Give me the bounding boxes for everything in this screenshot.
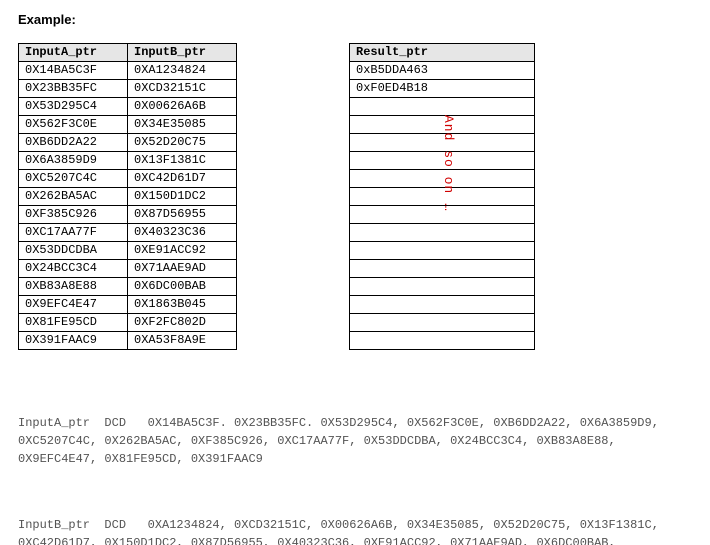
input-cell: 0X24BCC3C4 <box>19 260 128 278</box>
input-cell: 0XB83A8E88 <box>19 278 128 296</box>
result-wrap: Result_ptr 0xB5DDA4630xF0ED4B18 And so o… <box>349 43 535 350</box>
table-row <box>350 314 535 332</box>
input-cell: 0X6A3859D9 <box>19 152 128 170</box>
table-row: 0X9EFC4E470X1863B045 <box>19 296 237 314</box>
result-cell <box>350 242 535 260</box>
table-row: 0X81FE95CD0XF2FC802D <box>19 314 237 332</box>
result-cell: 0xB5DDA463 <box>350 62 535 80</box>
result-cell <box>350 98 535 116</box>
input-cell: 0X53D295C4 <box>19 98 128 116</box>
result-cell <box>350 170 535 188</box>
input-cell: 0X150D1DC2 <box>128 188 237 206</box>
table-row: 0X562F3C0E0X34E35085 <box>19 116 237 134</box>
input-cell: 0X562F3C0E <box>19 116 128 134</box>
input-cell: 0XB6DD2A22 <box>19 134 128 152</box>
tables-row: InputA_ptr InputB_ptr 0X14BA5C3F0XA12348… <box>18 43 692 350</box>
input-cell: 0X23BB35FC <box>19 80 128 98</box>
input-cell: 0X13F1381C <box>128 152 237 170</box>
table-row <box>350 296 535 314</box>
input-b-header: InputB_ptr <box>128 44 237 62</box>
input-cell: 0XA53F8A9E <box>128 332 237 350</box>
result-cell <box>350 152 535 170</box>
code-input-a: InputA_ptr DCD 0X14BA5C3F. 0X23BB35FC. 0… <box>18 414 690 468</box>
input-cell: 0X87D56955 <box>128 206 237 224</box>
table-row: 0xB5DDA463 <box>350 62 535 80</box>
table-row: 0X391FAAC90XA53F8A9E <box>19 332 237 350</box>
input-table: InputA_ptr InputB_ptr 0X14BA5C3F0XA12348… <box>18 43 237 350</box>
input-cell: 0X00626A6B <box>128 98 237 116</box>
table-row <box>350 98 535 116</box>
table-row: 0X24BCC3C40X71AAE9AD <box>19 260 237 278</box>
table-row <box>350 188 535 206</box>
code-block: InputA_ptr DCD 0X14BA5C3F. 0X23BB35FC. 0… <box>18 378 690 545</box>
result-cell: 0xF0ED4B18 <box>350 80 535 98</box>
input-cell: 0X6DC00BAB <box>128 278 237 296</box>
input-cell: 0X34E35085 <box>128 116 237 134</box>
input-cell: 0X52D20C75 <box>128 134 237 152</box>
result-cell <box>350 332 535 350</box>
input-cell: 0XE91ACC92 <box>128 242 237 260</box>
result-cell <box>350 278 535 296</box>
input-cell: 0X53DDCDBA <box>19 242 128 260</box>
table-row <box>350 242 535 260</box>
table-row <box>350 278 535 296</box>
table-row: 0X53D295C40X00626A6B <box>19 98 237 116</box>
table-row: 0XC5207C4C0XC42D61D7 <box>19 170 237 188</box>
input-cell: 0X40323C36 <box>128 224 237 242</box>
result-cell <box>350 188 535 206</box>
table-row <box>350 152 535 170</box>
result-header: Result_ptr <box>350 44 535 62</box>
input-cell: 0X9EFC4E47 <box>19 296 128 314</box>
input-cell: 0X81FE95CD <box>19 314 128 332</box>
input-cell: 0XCD32151C <box>128 80 237 98</box>
input-cell: 0XA1234824 <box>128 62 237 80</box>
table-row <box>350 260 535 278</box>
table-row: 0XB83A8E880X6DC00BAB <box>19 278 237 296</box>
example-heading: Example: <box>18 12 692 27</box>
result-cell <box>350 260 535 278</box>
table-row <box>350 134 535 152</box>
input-cell: 0X262BA5AC <box>19 188 128 206</box>
result-cell <box>350 224 535 242</box>
table-row: 0XB6DD2A220X52D20C75 <box>19 134 237 152</box>
table-row: 0X14BA5C3F0XA1234824 <box>19 62 237 80</box>
table-row <box>350 224 535 242</box>
table-row: 0X6A3859D90X13F1381C <box>19 152 237 170</box>
input-a-header: InputA_ptr <box>19 44 128 62</box>
table-row: 0X53DDCDBA0XE91ACC92 <box>19 242 237 260</box>
input-cell: 0XC17AA77F <box>19 224 128 242</box>
table-row <box>350 170 535 188</box>
table-row <box>350 332 535 350</box>
table-row: 0XF385C9260X87D56955 <box>19 206 237 224</box>
table-row <box>350 116 535 134</box>
result-cell <box>350 134 535 152</box>
input-cell: 0X391FAAC9 <box>19 332 128 350</box>
input-cell: 0X71AAE9AD <box>128 260 237 278</box>
table-row: 0X23BB35FC0XCD32151C <box>19 80 237 98</box>
table-row <box>350 206 535 224</box>
code-input-b: InputB_ptr DCD 0XA1234824, 0XCD32151C, 0… <box>18 516 690 545</box>
input-cell: 0XF385C926 <box>19 206 128 224</box>
table-row: 0X262BA5AC0X150D1DC2 <box>19 188 237 206</box>
result-cell <box>350 296 535 314</box>
result-cell <box>350 314 535 332</box>
result-table: Result_ptr 0xB5DDA4630xF0ED4B18 <box>349 43 535 350</box>
table-row: 0xF0ED4B18 <box>350 80 535 98</box>
input-cell: 0XC42D61D7 <box>128 170 237 188</box>
input-cell: 0X14BA5C3F <box>19 62 128 80</box>
table-row: 0XC17AA77F0X40323C36 <box>19 224 237 242</box>
result-cell <box>350 206 535 224</box>
result-cell <box>350 116 535 134</box>
input-cell: 0XC5207C4C <box>19 170 128 188</box>
input-cell: 0X1863B045 <box>128 296 237 314</box>
input-cell: 0XF2FC802D <box>128 314 237 332</box>
